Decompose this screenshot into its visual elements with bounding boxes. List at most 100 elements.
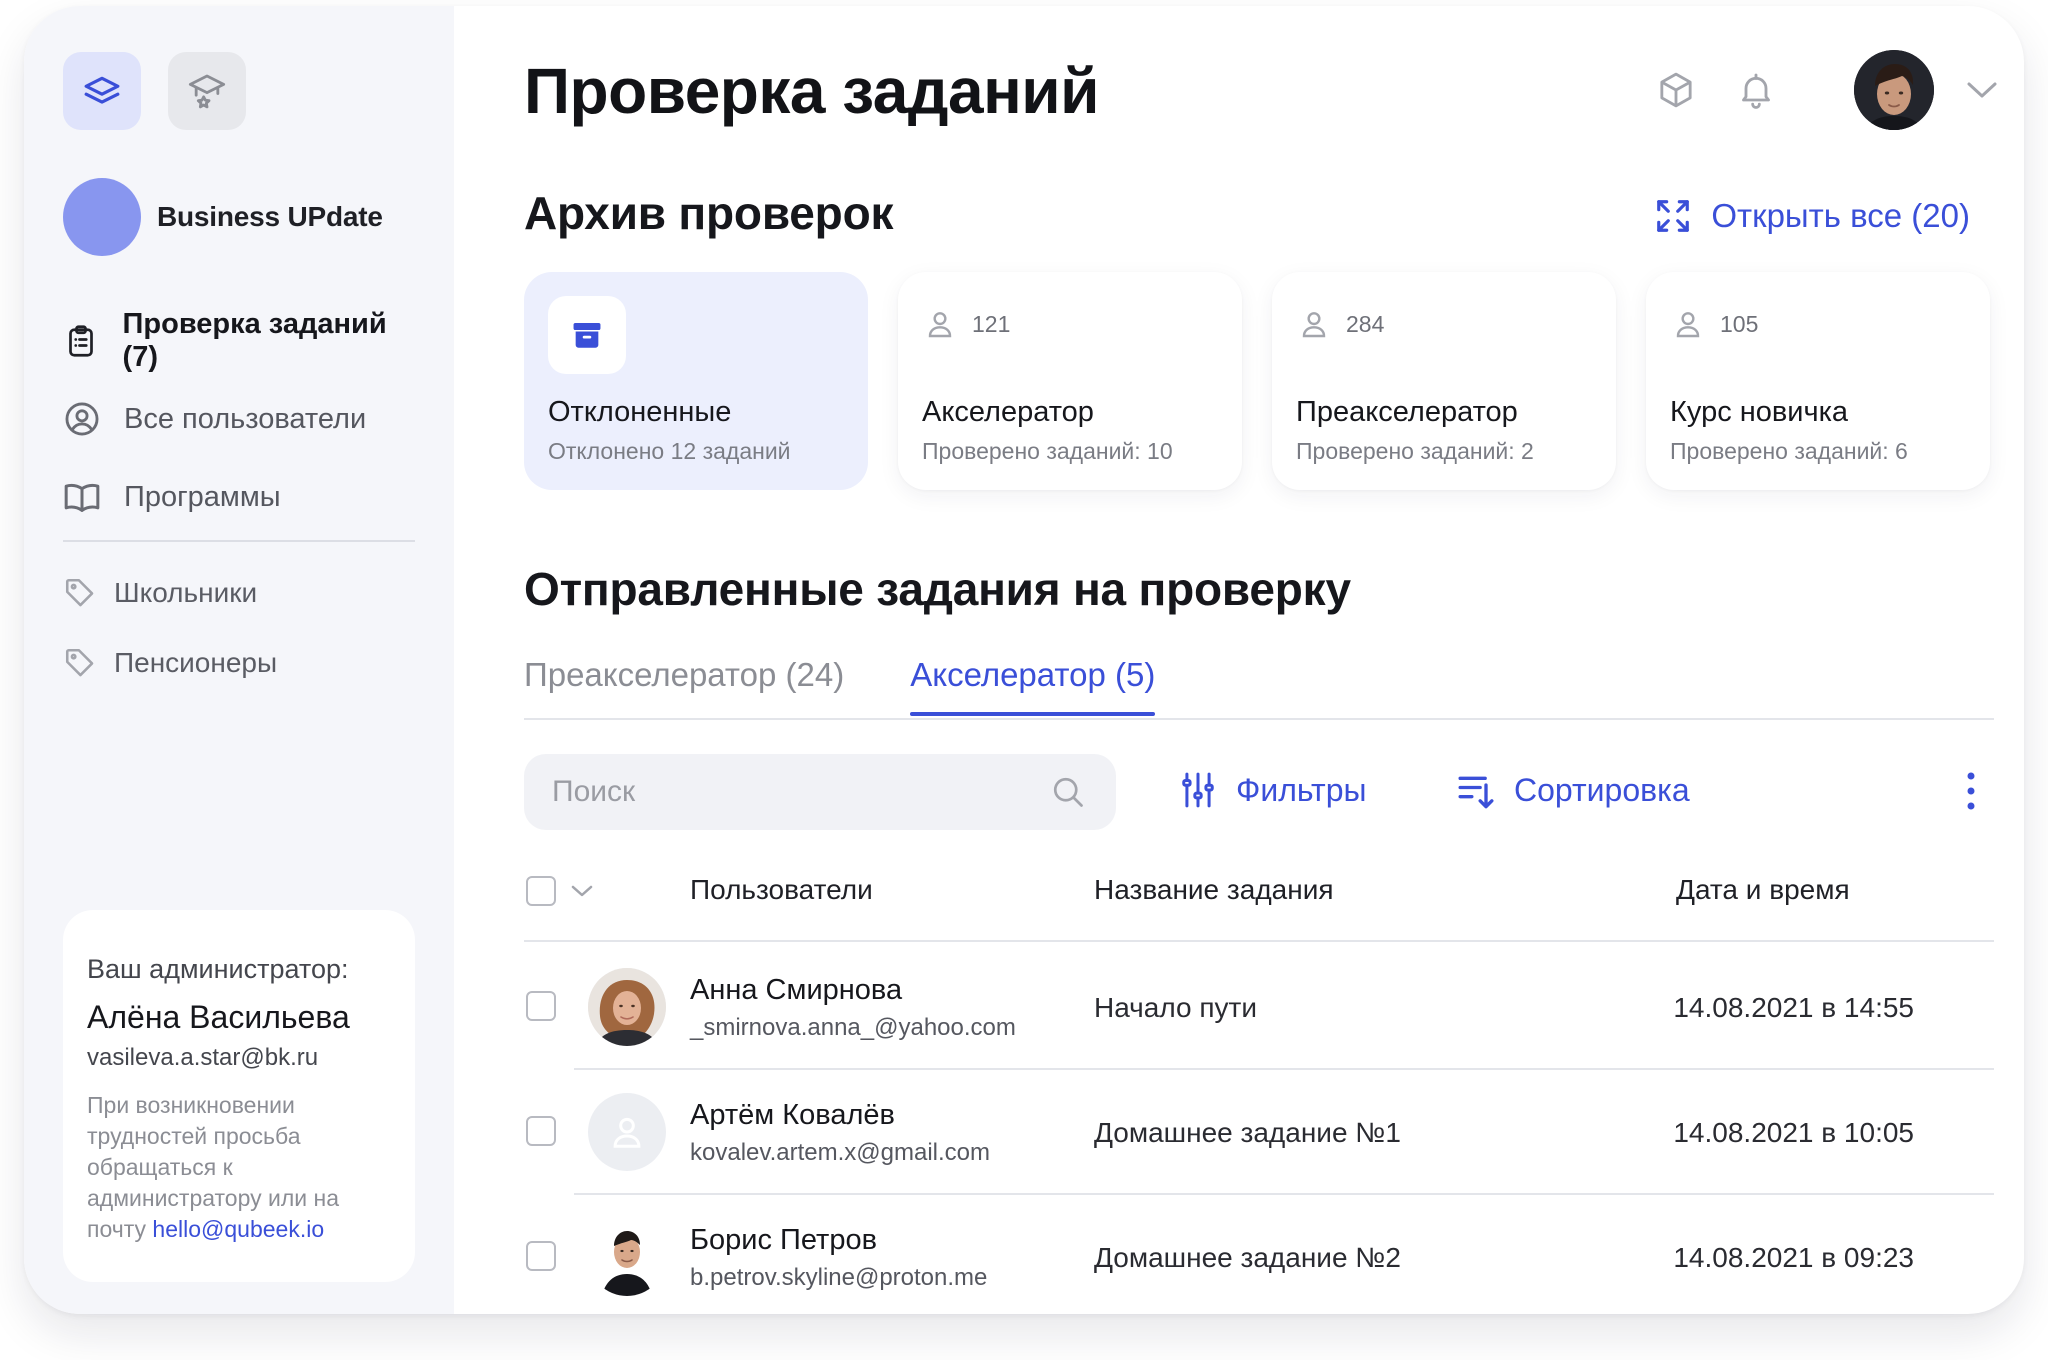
org-name: Business UPdate bbox=[157, 201, 383, 232]
user-email: b.petrov.skyline@proton.me bbox=[690, 1264, 988, 1291]
admin-email[interactable]: vasileva.a.star@bk.ru bbox=[87, 1044, 391, 1072]
program-tabs: Преакселератор (24) Акселератор (5) bbox=[524, 656, 1221, 716]
nav-item-label: Проверка заданий (7) bbox=[122, 308, 387, 373]
tabs-divider bbox=[524, 718, 1994, 720]
table-row[interactable]: Борис Петров b.petrov.skyline@proton.me … bbox=[524, 1194, 1994, 1314]
tag-label: Пенсионеры bbox=[114, 647, 278, 678]
filters-label: Фильтры bbox=[1236, 771, 1367, 808]
card-title: Акселератор bbox=[922, 396, 1094, 428]
user-name: Борис Петров bbox=[690, 1224, 877, 1256]
card-count-value: 121 bbox=[972, 310, 1011, 337]
row-checkbox[interactable] bbox=[526, 1116, 556, 1146]
nav-item-all-users[interactable]: Все пользователи bbox=[60, 380, 420, 458]
open-all-button[interactable]: Открыть все (20) bbox=[1651, 194, 1970, 238]
cube-icon[interactable] bbox=[1652, 66, 1700, 114]
user-circle-icon bbox=[60, 397, 104, 441]
admin-label: Ваш администратор: bbox=[87, 954, 349, 984]
admin-card: Ваш администратор: Алёна Васильева vasil… bbox=[63, 910, 415, 1282]
search-icon[interactable] bbox=[1048, 772, 1088, 812]
card-count-value: 105 bbox=[1720, 310, 1759, 337]
column-header-users[interactable]: Пользователи bbox=[690, 874, 873, 906]
tab-accelerator[interactable]: Акселератор (5) bbox=[910, 656, 1156, 716]
select-all-checkbox[interactable] bbox=[526, 876, 556, 906]
task-name: Начало пути bbox=[1094, 992, 1257, 1023]
card-title: Курс новичка bbox=[1670, 396, 1849, 428]
table-header-divider bbox=[524, 940, 1994, 942]
filters-button[interactable]: Фильтры bbox=[1176, 768, 1367, 812]
column-header-task[interactable]: Название задания bbox=[1094, 874, 1334, 906]
tag-icon bbox=[60, 573, 100, 613]
user-name: Анна Смирнова bbox=[690, 974, 903, 1006]
card-title: Преакселератор bbox=[1296, 396, 1518, 428]
search-box bbox=[524, 754, 1116, 830]
card-count: 284 bbox=[1296, 306, 1384, 342]
card-title: Отклоненные bbox=[548, 396, 732, 428]
table-row[interactable]: Анна Смирнова _smirnova.anna_@yahoo.com … bbox=[524, 944, 1994, 1069]
card-subtitle: Проверено заданий: 2 bbox=[1296, 438, 1534, 464]
search-input[interactable] bbox=[552, 775, 1048, 809]
submitted-date: 14.08.2021 в 10:05 bbox=[1673, 1117, 1914, 1148]
user-icon bbox=[613, 1117, 641, 1148]
app-switch-achievements[interactable] bbox=[168, 52, 246, 130]
archive-title: Архив проверок bbox=[524, 187, 894, 239]
archive-card-beginner-course[interactable]: 105 Курс новичка Проверено заданий: 6 bbox=[1646, 272, 1990, 490]
support-email-link[interactable]: hello@qubeek.io bbox=[152, 1216, 324, 1242]
book-open-icon bbox=[60, 475, 104, 519]
avatar-photo bbox=[588, 968, 666, 1046]
bell-icon[interactable] bbox=[1732, 66, 1780, 114]
tag-icon bbox=[60, 643, 100, 683]
task-name: Домашнее задание №2 bbox=[1094, 1242, 1401, 1273]
nav-item-programs[interactable]: Программы bbox=[60, 458, 420, 536]
column-header-date[interactable]: Дата и время bbox=[1676, 874, 1850, 906]
table-header: Пользователи Название задания Дата и вре… bbox=[524, 868, 1994, 942]
sort-icon bbox=[1454, 768, 1498, 812]
user-email: _smirnova.anna_@yahoo.com bbox=[690, 1014, 1016, 1041]
admin-note: При возникновении трудностей просьба обр… bbox=[87, 1090, 391, 1245]
card-count-value: 284 bbox=[1346, 310, 1385, 337]
archive-card-accelerator[interactable]: 121 Акселератор Проверено заданий: 10 bbox=[898, 272, 1242, 490]
select-all[interactable] bbox=[526, 876, 594, 906]
avatar-photo bbox=[1854, 50, 1934, 130]
avatar-photo bbox=[588, 1218, 666, 1296]
task-name: Домашнее задание №1 bbox=[1094, 1117, 1401, 1148]
tag-list: Школьники Пенсионеры bbox=[60, 558, 420, 698]
chevron-down-icon[interactable] bbox=[570, 883, 594, 899]
tag-item-pensioners[interactable]: Пенсионеры bbox=[60, 628, 420, 698]
user-name: Артём Ковалёв bbox=[690, 1099, 895, 1131]
tab-preaccelerator[interactable]: Преакселератор (24) bbox=[524, 656, 844, 714]
nav-item-task-review[interactable]: Проверка заданий (7) bbox=[60, 302, 420, 380]
organization[interactable]: Business UPdate bbox=[63, 178, 383, 256]
app-switch-courses[interactable] bbox=[63, 52, 141, 130]
graduation-cap-star-icon bbox=[188, 74, 226, 109]
more-options-icon[interactable] bbox=[1956, 768, 1986, 814]
user-avatar[interactable] bbox=[1854, 50, 1934, 130]
user-email: kovalev.artem.x@gmail.com bbox=[690, 1139, 990, 1166]
row-checkbox[interactable] bbox=[526, 1241, 556, 1271]
archive-card-rejected[interactable]: Отклоненные Отклонено 12 заданий bbox=[524, 272, 868, 490]
table-row[interactable]: Артём Ковалёв kovalev.artem.x@gmail.com … bbox=[524, 1069, 1994, 1194]
card-count: 121 bbox=[922, 306, 1010, 342]
chevron-down-icon[interactable] bbox=[1962, 72, 2002, 108]
sliders-icon bbox=[1176, 768, 1220, 812]
avatar bbox=[588, 1218, 666, 1296]
expand-icon bbox=[1651, 194, 1695, 238]
sort-label: Сортировка bbox=[1514, 771, 1690, 808]
user-icon bbox=[1296, 306, 1332, 342]
archive-box-icon bbox=[548, 296, 626, 374]
avatar-placeholder bbox=[588, 1093, 666, 1171]
admin-name: Алёна Васильева bbox=[87, 999, 350, 1035]
submitted-date: 14.08.2021 в 14:55 bbox=[1673, 992, 1914, 1023]
open-all-label: Открыть все (20) bbox=[1711, 197, 1970, 234]
org-logo bbox=[63, 178, 141, 256]
avatar bbox=[588, 968, 666, 1046]
row-checkbox[interactable] bbox=[526, 991, 556, 1021]
card-subtitle: Проверено заданий: 6 bbox=[1670, 438, 1908, 464]
nav-item-label: Все пользователи bbox=[124, 402, 367, 435]
app-window: Business UPdate Проверка заданий (7) Все… bbox=[24, 6, 2024, 1314]
nav-item-label: Программы bbox=[124, 480, 281, 513]
user-icon bbox=[1670, 306, 1706, 342]
tag-item-schoolchildren[interactable]: Школьники bbox=[60, 558, 420, 628]
archive-card-preaccelerator[interactable]: 284 Преакселератор Проверено заданий: 2 bbox=[1272, 272, 1616, 490]
sort-button[interactable]: Сортировка bbox=[1454, 768, 1690, 812]
main-nav: Проверка заданий (7) Все пользователи Пр… bbox=[60, 302, 420, 536]
